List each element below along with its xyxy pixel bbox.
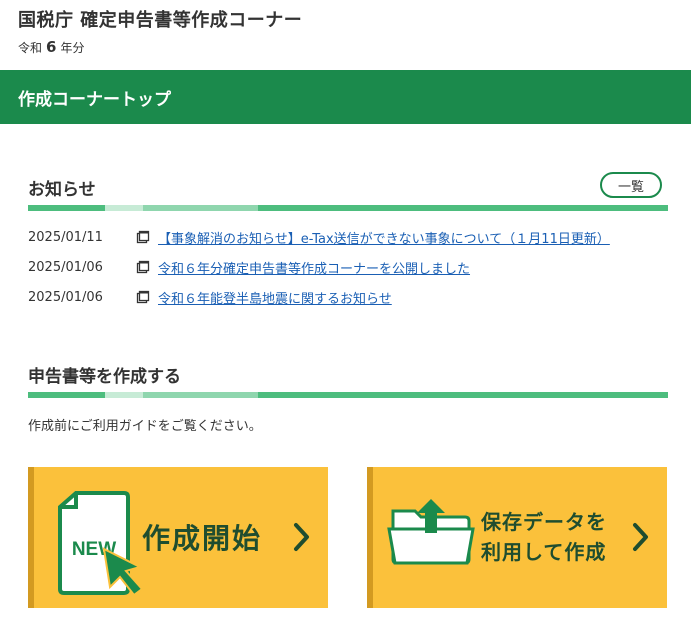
site-title: 国税庁 確定申告書等作成コーナー [18,10,303,31]
start-new-button[interactable]: NEW 作成開始 [28,467,328,608]
guide-notice: 作成前にご利用ガイドをご覧ください。 [28,419,262,434]
use-saved-data-line2: 利用して作成 [481,540,607,564]
use-saved-data-label: 保存データを 利用して作成 [481,507,607,567]
news-link[interactable]: 令和６年分確定申告書等作成コーナーを公開しました [158,258,470,277]
news-date: 2025/01/06 [28,259,103,275]
news-item: 2025/01/06 令和６年分確定申告書等作成コーナーを公開しました [28,257,470,277]
start-new-label: 作成開始 [142,522,263,555]
year-prefix: 令和 [18,41,43,55]
news-item: 2025/01/06 令和６年能登半島地震に関するお知らせ [28,287,392,307]
create-divider [28,392,668,398]
news-section-title: お知らせ [28,180,96,200]
news-item: 2025/01/11 【事象解消のお知らせ】e-Tax送信ができない事象について… [28,227,610,247]
page-title: 作成コーナートップ [18,90,171,110]
news-date: 2025/01/11 [28,229,103,245]
year-number: 6 [46,38,57,56]
create-section-title: 申告書等を作成する [28,367,181,387]
new-window-icon [136,230,150,244]
news-list-all-button[interactable]: 一覧 [600,172,662,198]
use-saved-data-button[interactable]: 保存データを 利用して作成 [367,467,667,608]
tax-year: 令和 6 年分 [18,38,84,56]
news-link[interactable]: 【事象解消のお知らせ】e-Tax送信ができない事象について（１月11日更新） [158,228,610,247]
news-date: 2025/01/06 [28,289,103,305]
use-saved-data-line1: 保存データを [481,510,607,534]
new-window-icon [136,260,150,274]
chevron-right-icon [294,523,309,551]
new-window-icon [136,290,150,304]
page-header-bar: 作成コーナートップ [0,70,691,124]
chevron-right-icon [633,523,648,551]
news-link[interactable]: 令和６年能登半島地震に関するお知らせ [158,288,392,307]
folder-upload-icon [387,499,475,565]
year-suffix: 年分 [60,41,85,55]
news-divider [28,205,668,211]
